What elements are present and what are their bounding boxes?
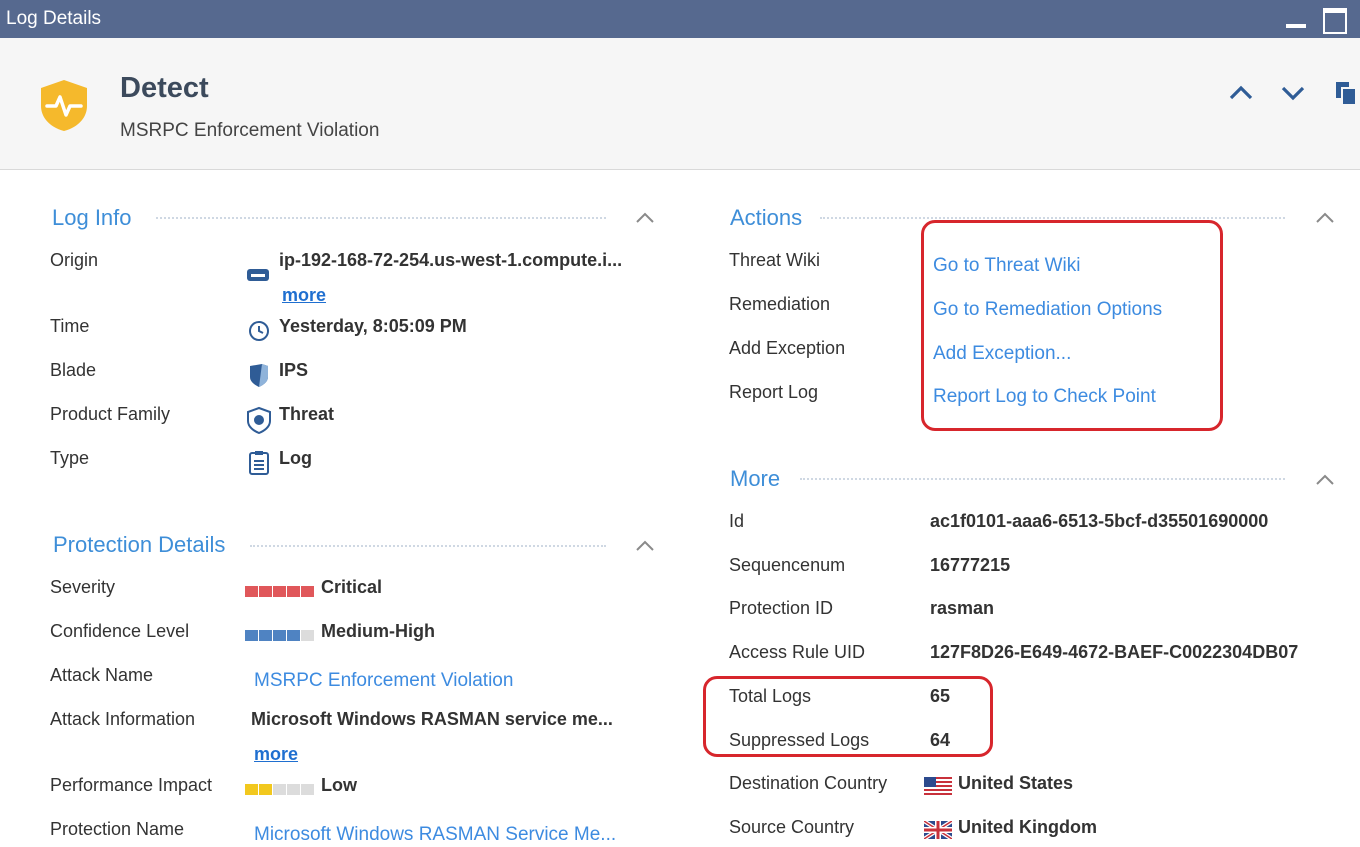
field-value-sequencenum: 16777215 [930, 555, 1011, 575]
chevron-down-icon[interactable] [1280, 82, 1306, 104]
level-bar-segment [287, 586, 300, 597]
level-bar-segment [301, 630, 314, 641]
chevron-up-icon[interactable] [1314, 472, 1336, 488]
action-label-remediation: Remediation [729, 294, 831, 314]
section-title-more: More [730, 466, 781, 491]
document-icon [249, 451, 269, 475]
log-header: Detect MSRPC Enforcement Violation [0, 38, 1360, 170]
field-value-origin: ip-192-168-72-254.us-west-1.compute.i... [279, 250, 623, 270]
minimize-icon[interactable] [1284, 6, 1310, 30]
level-bar-segment [273, 586, 286, 597]
field-label-id: Id [729, 511, 745, 531]
ips-shield-icon [250, 364, 268, 387]
window-titlebar: Log Details [0, 0, 1360, 38]
section-divider [250, 545, 606, 547]
level-bar-segment [273, 784, 286, 795]
section-divider [156, 217, 606, 219]
field-label-access-rule-uid: Access Rule UID [729, 642, 866, 662]
level-bar-segment [287, 630, 300, 641]
chevron-up-icon[interactable] [1314, 210, 1336, 226]
action-label-add-exception: Add Exception [729, 338, 846, 358]
level-bar-segment [245, 586, 258, 597]
page-subtitle: MSRPC Enforcement Violation [120, 120, 380, 141]
level-bar-segment [301, 586, 314, 597]
us-flag-icon [924, 777, 952, 795]
level-bar-segment [301, 784, 314, 795]
field-value-product-family: Threat [279, 404, 335, 424]
attack-info-more-link[interactable]: more [254, 744, 298, 765]
confidence-bar [245, 630, 314, 641]
action-label-report-log: Report Log [729, 382, 819, 402]
field-value-destination-country: United States [958, 773, 1074, 793]
field-label-confidence: Confidence Level [50, 621, 190, 641]
level-bar-segment [259, 784, 272, 795]
section-title-log-info: Log Info [52, 205, 132, 230]
attack-name-link[interactable]: MSRPC Enforcement Violation [254, 670, 513, 692]
field-label-attack-name: Attack Name [50, 665, 154, 685]
section-title-actions: Actions [730, 205, 803, 230]
chevron-up-icon[interactable] [634, 538, 656, 554]
highlight-box-actions [921, 220, 1223, 431]
field-label-origin: Origin [50, 250, 99, 270]
field-value-attack-info: Microsoft Windows RASMAN service me... [251, 709, 613, 729]
threat-shield-icon [247, 406, 271, 434]
field-label-attack-info: Attack Information [50, 709, 196, 729]
field-value-protection-id: rasman [930, 598, 995, 618]
field-label-type: Type [50, 448, 90, 468]
field-label-severity: Severity [50, 577, 116, 597]
server-icon [247, 269, 269, 281]
maximize-icon[interactable] [1320, 6, 1347, 34]
level-bar-segment [245, 630, 258, 641]
chevron-up-icon[interactable] [634, 210, 656, 226]
field-label-product-family: Product Family [50, 404, 171, 424]
window-title: Log Details [6, 8, 102, 29]
action-label-threat-wiki: Threat Wiki [729, 250, 821, 270]
field-label-source-country: Source Country [729, 817, 855, 837]
field-value-id: ac1f0101-aaa6-6513-5bcf-d35501690000 [930, 511, 1269, 531]
field-label-blade: Blade [50, 360, 97, 380]
field-value-confidence: Medium-High [321, 621, 435, 641]
field-value-access-rule-uid: 127F8D26-E649-4672-BAEF-C0022304DB07 [930, 642, 1299, 662]
level-bar-segment [273, 630, 286, 641]
uk-flag-icon [924, 821, 952, 839]
copy-icon[interactable] [1334, 80, 1358, 106]
performance-bar [245, 784, 314, 795]
level-bar-segment [287, 784, 300, 795]
field-label-time: Time [50, 316, 90, 336]
level-bar-segment [259, 630, 272, 641]
field-label-performance: Performance Impact [50, 775, 213, 795]
field-value-source-country: United Kingdom [958, 817, 1097, 837]
chevron-up-icon[interactable] [1228, 82, 1254, 104]
field-value-type: Log [279, 448, 312, 468]
severity-bar [245, 586, 314, 597]
section-divider [800, 478, 1285, 480]
level-bar-segment [245, 784, 258, 795]
section-divider [820, 217, 1285, 219]
field-value-severity: Critical [321, 577, 383, 597]
field-label-protection-name: Protection Name [50, 819, 185, 839]
origin-more-link[interactable]: more [282, 285, 326, 306]
field-value-blade: IPS [279, 360, 309, 380]
field-label-sequencenum: Sequencenum [729, 555, 846, 575]
section-title-protection-details: Protection Details [53, 532, 226, 557]
field-value-time: Yesterday, 8:05:09 PM [279, 316, 467, 336]
protection-name-link[interactable]: Microsoft Windows RASMAN Service Me... [254, 824, 616, 846]
level-bar-segment [259, 586, 272, 597]
highlight-box-logs [703, 676, 993, 757]
shield-pulse-icon [41, 80, 87, 131]
field-label-protection-id: Protection ID [729, 598, 834, 618]
clock-icon [249, 321, 269, 341]
page-title: Detect [120, 72, 209, 104]
field-label-destination-country: Destination Country [729, 773, 888, 793]
field-value-performance: Low [321, 775, 357, 795]
